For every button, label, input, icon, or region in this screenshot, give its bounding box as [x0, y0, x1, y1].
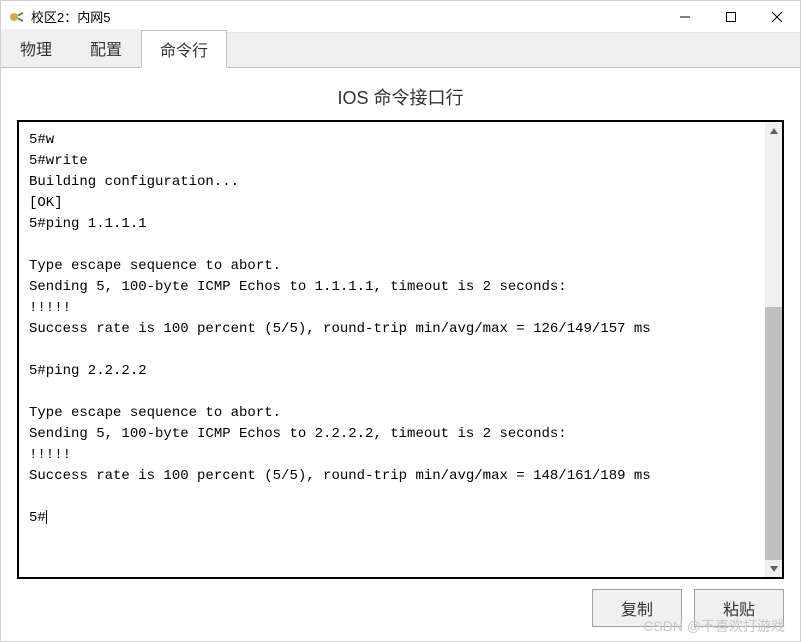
window-frame: 校区2：内网5 物理 配置 命令行 IOS 命令接口行 5#w 5#write …: [0, 0, 801, 642]
terminal-text: 5#w 5#write Building configuration... [O…: [29, 132, 651, 526]
scroll-track[interactable]: [765, 139, 782, 560]
content-title: IOS 命令接口行: [17, 84, 784, 110]
tab-physical[interactable]: 物理: [1, 29, 71, 67]
bottom-buttons: 复制 粘贴: [17, 589, 784, 627]
scroll-thumb[interactable]: [765, 307, 782, 560]
copy-button[interactable]: 复制: [592, 589, 682, 627]
window-title: 校区2：内网5: [31, 7, 662, 26]
tab-cli[interactable]: 命令行: [141, 30, 227, 68]
close-button[interactable]: [754, 1, 800, 32]
scroll-down-arrow[interactable]: [765, 560, 782, 577]
terminal-cursor: [46, 510, 47, 524]
app-icon: [9, 9, 25, 25]
scroll-up-arrow[interactable]: [765, 122, 782, 139]
window-controls: [662, 1, 800, 32]
scrollbar[interactable]: [765, 122, 782, 577]
terminal-output[interactable]: 5#w 5#write Building configuration... [O…: [19, 122, 765, 577]
content-area: IOS 命令接口行 5#w 5#write Building configura…: [1, 67, 800, 641]
tab-bar: 物理 配置 命令行: [1, 33, 800, 67]
minimize-button[interactable]: [662, 1, 708, 32]
paste-button[interactable]: 粘贴: [694, 589, 784, 627]
maximize-button[interactable]: [708, 1, 754, 32]
terminal-wrapper: 5#w 5#write Building configuration... [O…: [17, 120, 784, 579]
tab-config[interactable]: 配置: [71, 29, 141, 67]
